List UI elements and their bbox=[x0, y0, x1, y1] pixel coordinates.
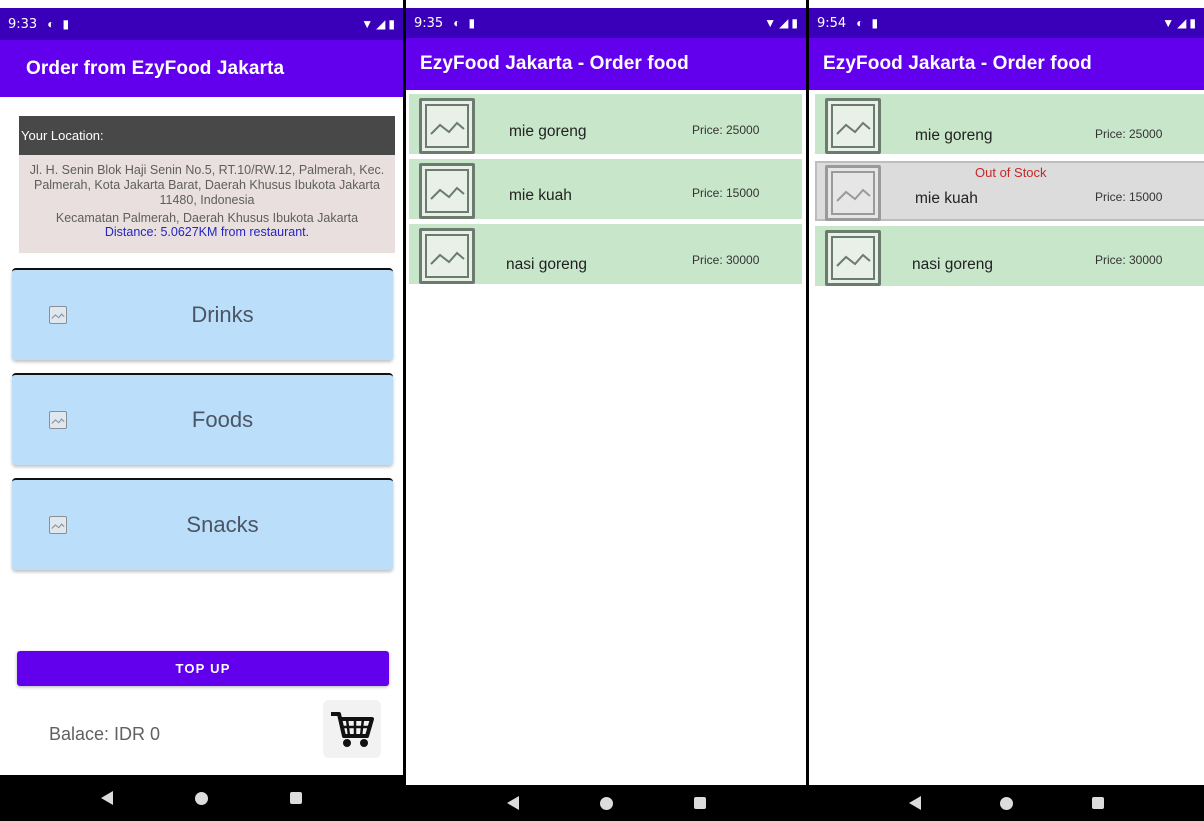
food-item-row[interactable]: mie goreng Price: 25000 bbox=[815, 94, 1204, 154]
wifi-icon: ▼ bbox=[764, 16, 777, 30]
wifi-icon: ▼ bbox=[361, 17, 374, 31]
category-label: Foods bbox=[191, 407, 254, 432]
system-nav-bar bbox=[406, 785, 806, 821]
location-area: Kecamatan Palmerah, Daerah Khusus Ibukot… bbox=[55, 211, 359, 225]
image-placeholder-icon bbox=[825, 230, 881, 286]
food-name: mie kuah bbox=[915, 190, 978, 207]
top-margin bbox=[406, 0, 806, 8]
food-name: nasi goreng bbox=[506, 256, 588, 273]
back-icon[interactable] bbox=[101, 791, 113, 805]
food-price: Price: 30000 bbox=[692, 253, 760, 267]
food-item-row[interactable]: nasi goreng Price: 30000 bbox=[409, 224, 802, 284]
image-placeholder-icon bbox=[419, 98, 475, 154]
shopping-cart-icon[interactable] bbox=[323, 700, 381, 758]
food-price: Price: 15000 bbox=[1095, 190, 1163, 204]
screen-order-food-stock: 9:54 ◐ ▮ ▼ ◢ ▮ EzyFood Jakarta - Order f… bbox=[806, 0, 1204, 821]
back-icon[interactable] bbox=[506, 796, 519, 810]
app-bar-title: Order from EzyFood Jakarta bbox=[0, 40, 403, 97]
category-label: Snacks bbox=[186, 512, 259, 537]
home-icon[interactable] bbox=[599, 796, 613, 810]
category-label: Drinks bbox=[191, 302, 254, 327]
image-placeholder-icon bbox=[419, 228, 475, 284]
sync-icon: ◐ bbox=[453, 16, 461, 30]
out-of-stock-label: Out of Stock bbox=[975, 165, 1047, 180]
back-icon[interactable] bbox=[908, 796, 921, 810]
food-item-row[interactable]: mie goreng Price: 25000 bbox=[409, 94, 802, 154]
location-header: Your Location: bbox=[19, 116, 395, 155]
location-card: Your Location: Jl. H. Senin Blok Haji Se… bbox=[19, 116, 395, 253]
food-price: Price: 30000 bbox=[1095, 253, 1163, 267]
top-margin bbox=[0, 0, 403, 8]
signal-icon: ◢ bbox=[376, 17, 386, 31]
signal-icon: ◢ bbox=[779, 16, 789, 30]
screen-order-food: 9:35 ◐ ▮ ▼ ◢ ▮ EzyFood Jakarta - Order f… bbox=[403, 0, 806, 821]
screen-order-menu: 9:33 ◐ ▮ ▼ ◢ ▮ Order from EzyFood Jakart… bbox=[0, 0, 403, 821]
food-name: mie kuah bbox=[509, 187, 572, 204]
category-card-drinks[interactable]: Drinks bbox=[12, 268, 393, 360]
recents-icon[interactable] bbox=[1092, 797, 1105, 809]
system-nav-bar bbox=[0, 775, 403, 821]
recents-icon[interactable] bbox=[693, 797, 706, 809]
food-price: Price: 15000 bbox=[692, 186, 760, 200]
sync-icon: ◐ bbox=[856, 16, 864, 30]
image-placeholder-icon bbox=[825, 165, 881, 221]
app-bar-title: EzyFood Jakarta - Order food bbox=[809, 38, 1204, 90]
status-time: 9:33 bbox=[8, 16, 38, 32]
location-distance: Distance: 5.0627KM from restaurant. bbox=[104, 225, 310, 239]
food-price: Price: 25000 bbox=[1095, 127, 1163, 141]
sd-card-icon: ▮ bbox=[871, 16, 879, 30]
battery-icon: ▮ bbox=[791, 16, 798, 30]
signal-icon: ◢ bbox=[1177, 16, 1187, 30]
food-name: mie goreng bbox=[915, 127, 993, 144]
battery-icon: ▮ bbox=[388, 17, 395, 31]
food-item-row[interactable]: mie kuah Price: 15000 bbox=[409, 159, 802, 219]
battery-icon: ▮ bbox=[1189, 16, 1196, 30]
sd-card-icon: ▮ bbox=[468, 16, 476, 30]
image-placeholder-icon bbox=[825, 98, 881, 154]
food-price: Price: 25000 bbox=[692, 123, 760, 137]
food-item-row[interactable]: nasi goreng Price: 30000 bbox=[815, 226, 1204, 286]
location-address: Jl. H. Senin Blok Haji Senin No.5, RT.10… bbox=[29, 163, 385, 207]
home-icon[interactable] bbox=[999, 796, 1013, 810]
food-name: mie goreng bbox=[509, 123, 587, 140]
food-item-row-out-of-stock: Out of Stock mie kuah Price: 15000 bbox=[815, 161, 1204, 221]
top-margin bbox=[809, 0, 1204, 8]
sync-icon: ◐ bbox=[47, 17, 55, 31]
status-bar: 9:35 ◐ ▮ ▼ ◢ ▮ bbox=[406, 8, 806, 38]
app-bar-title: EzyFood Jakarta - Order food bbox=[406, 38, 806, 90]
wifi-icon: ▼ bbox=[1162, 16, 1175, 30]
status-bar: 9:33 ◐ ▮ ▼ ◢ ▮ bbox=[0, 8, 403, 40]
sd-card-icon: ▮ bbox=[62, 17, 70, 31]
status-time: 9:35 bbox=[414, 15, 444, 31]
system-nav-bar bbox=[809, 785, 1204, 821]
recents-icon[interactable] bbox=[290, 792, 302, 804]
category-card-foods[interactable]: Foods bbox=[12, 373, 393, 465]
balance-text: Balace: IDR 0 bbox=[49, 724, 161, 744]
status-bar: 9:54 ◐ ▮ ▼ ◢ ▮ bbox=[809, 8, 1204, 38]
category-card-snacks[interactable]: Snacks bbox=[12, 478, 393, 570]
status-time: 9:54 bbox=[817, 15, 847, 31]
top-up-button[interactable]: TOP UP bbox=[17, 651, 389, 686]
image-placeholder-icon bbox=[419, 163, 475, 219]
home-icon[interactable] bbox=[195, 791, 208, 805]
food-name: nasi goreng bbox=[912, 256, 994, 273]
